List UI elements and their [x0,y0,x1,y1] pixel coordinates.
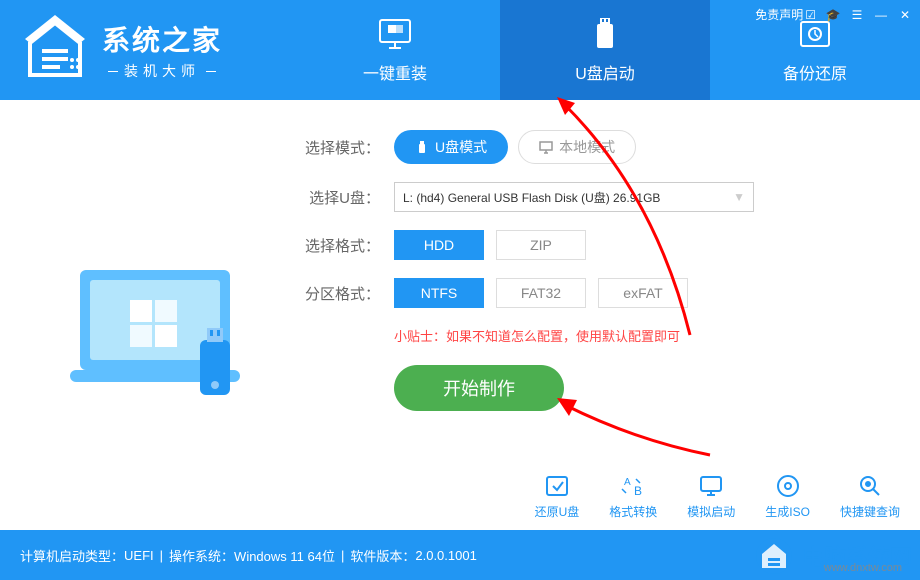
tool-generate-iso[interactable]: 生成ISO [765,473,810,520]
tool-hotkey-query[interactable]: 快捷键查询 [840,473,900,520]
usb-mode-button[interactable]: U盘模式 [394,130,508,164]
iso-icon [775,473,801,499]
illustration [40,130,280,530]
monitor-icon [377,16,413,52]
format-label: 选择格式： [300,235,380,256]
version-value: 2.0.0.1001 [415,548,476,563]
tool-format-convert[interactable]: AB 格式转换 [609,473,657,520]
close-button[interactable]: ✕ [898,8,912,22]
tools-bar: 还原U盘 AB 格式转换 模拟启动 生成ISO 快捷键查询 [535,473,900,520]
start-button[interactable]: 开始制作 [394,365,564,411]
boot-type-label: 计算机启动类型： [20,546,124,565]
mode-label: 选择模式： [300,137,380,158]
main-content: 选择模式： U盘模式 本地模式 选择U盘： L: (hd4) General U… [0,100,920,530]
partition-fat32-button[interactable]: FAT32 [496,278,586,308]
format-zip-button[interactable]: ZIP [496,230,586,260]
restore-icon [544,473,570,499]
os-label: 操作系统： [169,546,234,565]
usb-icon [587,16,623,52]
window-controls: 免责声明 ☑ 🎓 ☰ — ✕ [755,6,912,23]
disk-label: 选择U盘： [300,187,380,208]
tab-reinstall[interactable]: 一键重装 [290,0,500,100]
logo-area: 系统之家 装机大师 [0,15,290,85]
tool-simulate-boot[interactable]: 模拟启动 [687,473,735,520]
laptop-usb-icon [60,260,260,440]
tool-restore-usb[interactable]: 还原U盘 [535,473,580,520]
convert-icon: AB [620,473,646,499]
partition-ntfs-button[interactable]: NTFS [394,278,484,308]
version-label: 软件版本： [350,546,415,565]
menu-icon[interactable]: ☰ [850,8,864,22]
partition-exfat-button[interactable]: exFAT [598,278,688,308]
os-value: Windows 11 64位 [234,546,335,565]
local-mode-button[interactable]: 本地模式 [518,130,636,164]
disclaimer-link[interactable]: 免责声明 ☑ [755,6,816,23]
boot-type-value: UEFI [124,548,154,563]
disk-select[interactable]: L: (hd4) General USB Flash Disk (U盘) 26.… [394,182,754,212]
dropdown-arrow-icon: ▼ [733,190,745,204]
graduation-icon[interactable]: 🎓 [826,8,840,22]
tip-text: 小贴士：如果不知道怎么配置，使用默认配置即可 [394,326,880,345]
hotkey-icon [857,473,883,499]
brand-title: 系统之家 [102,19,222,59]
brand-subtitle: 装机大师 [102,61,222,81]
partition-label: 分区格式： [300,283,380,304]
status-bar: 计算机启动类型： UEFI | 操作系统： Windows 11 64位 | 软… [0,530,920,580]
monitor-small-icon [539,140,553,154]
tab-label: 备份还原 [783,60,847,84]
simulate-icon [698,473,724,499]
minimize-button[interactable]: — [874,8,888,22]
tab-label: U盘启动 [575,60,635,84]
config-form: 选择模式： U盘模式 本地模式 选择U盘： L: (hd4) General U… [280,130,880,530]
format-hdd-button[interactable]: HDD [394,230,484,260]
tab-label: 一键重装 [363,60,427,84]
logo-icon [20,15,90,85]
svg-text:B: B [634,484,642,498]
app-header: 系统之家 装机大师 一键重装 U盘启动 备份还原 免责声明 ☑ 🎓 ☰ — ✕ [0,0,920,100]
usb-small-icon [415,140,429,154]
tab-usb-boot[interactable]: U盘启动 [500,0,710,100]
svg-text:A: A [624,477,631,488]
